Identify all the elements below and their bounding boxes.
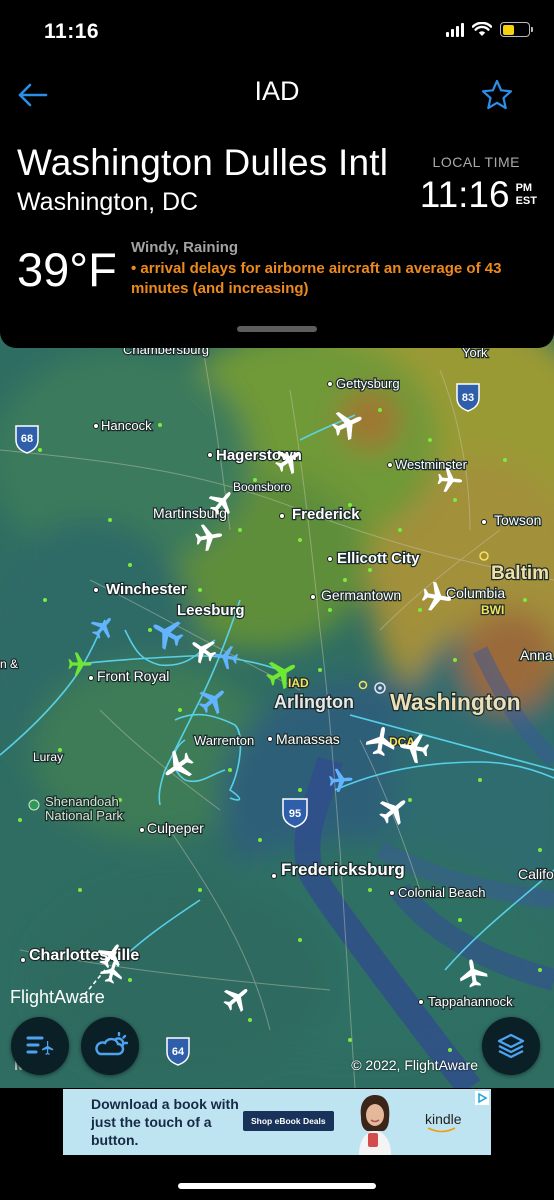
label-bwi: BWI [481, 603, 504, 617]
ad-shop-button[interactable]: Shop eBook Deals [243, 1111, 334, 1131]
airport-name: Washington Dulles Intl [17, 142, 389, 183]
home-indicator[interactable] [178, 1183, 376, 1189]
status-time: 11:16 [44, 20, 100, 43]
map-canvas[interactable]: 68 83 95 64 Chambersburg York Gettysburg… [0, 330, 554, 1088]
label-california: Califo [518, 866, 554, 882]
weather-icon [95, 1032, 128, 1056]
label-westminster: Westminster [395, 457, 468, 472]
label-washington: Washington [390, 689, 521, 715]
local-time-label: LOCAL TIME [432, 154, 520, 170]
label-shenandoah: Shenandoah [45, 794, 119, 809]
flightaware-wordmark: FlightAware [10, 987, 105, 1007]
flight-list-icon [26, 1036, 54, 1055]
airport-header: IAD Washington Dulles Intl Washington, D… [0, 66, 554, 348]
label-gettysburg: Gettysburg [336, 376, 400, 391]
star-icon [481, 79, 513, 110]
airport-city: Washington, DC [17, 188, 199, 216]
sheet-drag-handle[interactable] [237, 326, 317, 332]
label-iad: IAD [288, 676, 309, 690]
timezone: EST [515, 195, 537, 207]
battery-level [502, 24, 514, 35]
ad-banner[interactable]: Download a book with just the touch of a… [63, 1089, 491, 1155]
ad-brand: kindle [425, 1111, 462, 1127]
i83-shield: 83 [462, 392, 474, 404]
ad-choices-icon[interactable] [475, 1091, 489, 1105]
local-time: 11:16 PM EST [420, 174, 537, 216]
status-bar: 11:16 [0, 0, 554, 66]
label-manassas: Manassas [276, 731, 340, 747]
washington-dot [378, 686, 382, 690]
park-icon [28, 799, 40, 811]
page-title: IAD [254, 76, 300, 106]
i95-shield: 95 [289, 808, 301, 820]
ad-person-image [359, 1095, 391, 1155]
label-culpeper: Culpeper [147, 820, 204, 836]
weather-conditions: Windy, Raining [131, 239, 239, 256]
i64-shield: 64 [172, 1046, 185, 1058]
map-layers-button[interactable] [482, 1017, 540, 1075]
amazon-smile-icon [427, 1127, 456, 1133]
map-copyright: © 2022, FlightAware [351, 1057, 478, 1073]
flightaware-logo: FlightAware [10, 987, 105, 1007]
label-national-park: National Park [45, 808, 124, 823]
flight-list-button[interactable] [11, 1017, 69, 1075]
label-boonsboro: Boonsboro [233, 480, 291, 494]
label-towson: Towson [494, 512, 541, 528]
cellular-signal-icon [446, 22, 464, 37]
local-time-value: 11:16 [419, 174, 510, 215]
label-charlottesville: Charlottesville [29, 947, 139, 964]
i68-shield: 68 [21, 433, 33, 445]
label-frederick: Frederick [292, 506, 360, 523]
label-winchester: Winchester [106, 581, 187, 598]
ampm: PM [515, 182, 533, 194]
label-hancock: Hancock [101, 418, 152, 433]
battery-icon [500, 22, 533, 37]
ad-text: Download a book with just the touch of a… [91, 1096, 239, 1148]
wifi-icon [472, 22, 492, 36]
label-front-royal: Front Royal [97, 668, 169, 684]
label-luray: Luray [33, 750, 63, 764]
label-leesburg: Leesburg [177, 602, 245, 619]
label-colonial-beach: Colonial Beach [398, 885, 485, 900]
layers-icon [497, 1033, 525, 1059]
label-left-edge: n & [0, 657, 18, 671]
delay-notice: • arrival delays for airborne aircraft a… [131, 260, 502, 297]
label-arlington: Arlington [274, 692, 354, 712]
label-tappahannock: Tappahannock [428, 994, 513, 1009]
flight-map[interactable]: 68 83 95 64 Chambersburg York Gettysburg… [0, 330, 554, 1088]
label-warrenton: Warrenton [194, 733, 254, 748]
label-ellicott-city: Ellicott City [337, 550, 420, 567]
label-fredericksburg: Fredericksburg [281, 860, 405, 879]
label-columbia: Columbia [446, 585, 505, 601]
favorite-button[interactable] [480, 78, 514, 112]
label-baltimore: Baltim [491, 563, 549, 584]
label-germantown: Germantown [321, 587, 401, 603]
status-icons [446, 22, 533, 37]
weather-layer-button[interactable] [81, 1017, 139, 1075]
label-annapolis: Anna [520, 647, 553, 663]
local-time-suffix: PM EST [516, 182, 537, 208]
temperature: 39°F [17, 243, 117, 296]
